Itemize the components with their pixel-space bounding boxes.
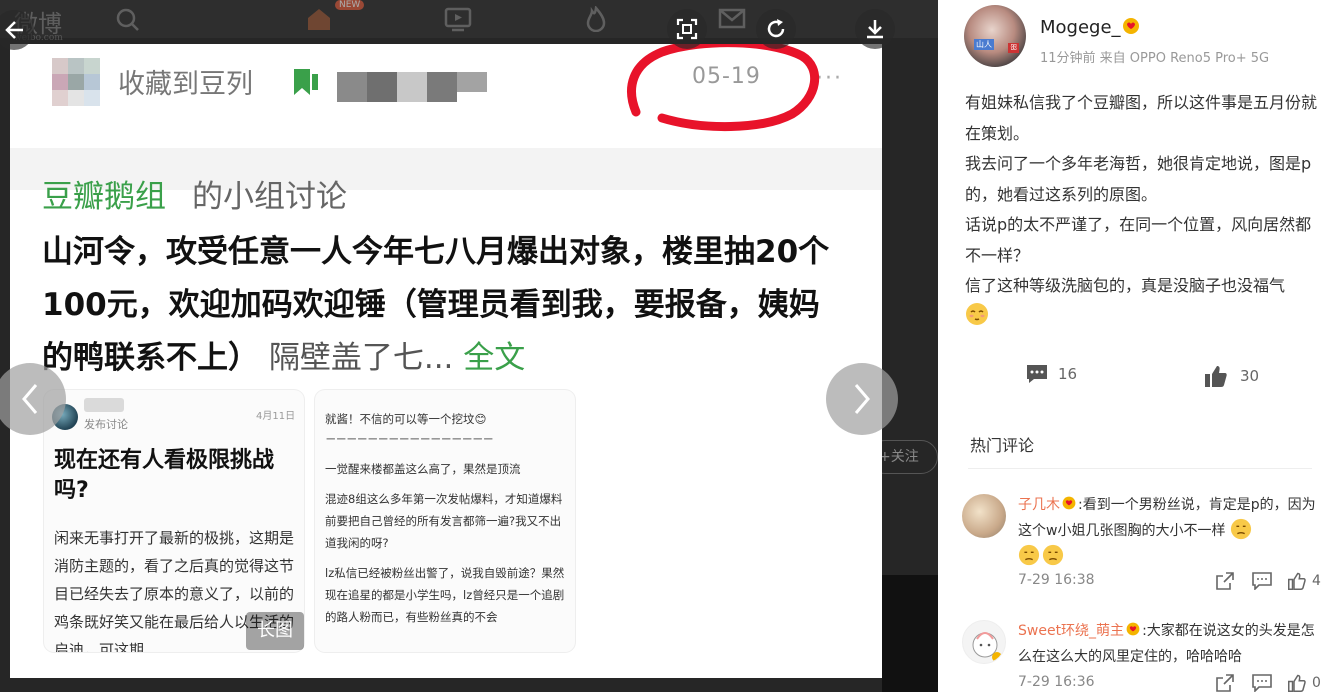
thinking-emoji-icon bbox=[1018, 544, 1040, 566]
comment-like-count: 4 bbox=[1312, 573, 1321, 589]
divider bbox=[968, 468, 1312, 469]
photo: 收藏到豆列 05-19 ··· 豆瓣鹅组 的小组讨论 山河令，攻受任意一人今年七… bbox=[10, 44, 882, 678]
card-date: 4月11日 bbox=[256, 411, 296, 422]
comment-count: 16 bbox=[1058, 365, 1078, 383]
fan-badge-icon bbox=[1123, 18, 1139, 34]
fan-badge-icon bbox=[1062, 496, 1076, 510]
rotate-button[interactable] bbox=[756, 9, 796, 49]
video-icon bbox=[444, 7, 472, 32]
rotate-icon bbox=[767, 19, 785, 38]
author-avatar[interactable]: 山人 ꕥ bbox=[964, 5, 1026, 67]
thumbs-up-icon bbox=[1288, 674, 1306, 692]
home-icon bbox=[308, 9, 330, 30]
embedded-card-right: 就酱！不信的可以等一个挖坟😊 －－－－－－－－－－－－－－－－ 一觉醒来楼都盖这… bbox=[315, 390, 575, 652]
comment-time: 7-29 16:36 bbox=[1018, 674, 1095, 690]
long-image-tag: 长图 bbox=[246, 612, 304, 650]
chevron-left-icon bbox=[22, 384, 38, 414]
comment-text: Sweet环绕_萌主:大家都在说这女的头发是怎么在这么大的风里定住的，哈哈哈哈 bbox=[1018, 618, 1318, 670]
blurred-doulie-name bbox=[337, 68, 487, 106]
share-icon bbox=[1216, 572, 1234, 590]
card-line: 混迹8组这么多年第一次发帖爆料，才知道爆料前要把自己曾经的所有发言都筛一遍?我又… bbox=[325, 492, 563, 550]
commenter-name[interactable]: 子几木 bbox=[1018, 497, 1060, 513]
card-line: 就酱！不信的可以等一个挖坟😊 bbox=[325, 412, 487, 426]
reply-icon bbox=[1252, 572, 1272, 590]
fan-badge-icon bbox=[1126, 622, 1140, 636]
thinking-emoji-icon bbox=[1230, 518, 1251, 540]
blurred-card-username bbox=[84, 398, 124, 412]
blurred-avatar bbox=[52, 58, 100, 106]
fullscreen-icon bbox=[676, 18, 698, 40]
like-comment-button[interactable]: 0 bbox=[1288, 674, 1321, 692]
red-annotation-circle bbox=[627, 44, 820, 131]
full-text-link: 全文 bbox=[453, 340, 526, 376]
like-count-button[interactable]: 30 bbox=[1204, 364, 1259, 388]
hot-comments-title: 热门评论 bbox=[970, 436, 1035, 455]
download-button[interactable] bbox=[855, 9, 895, 49]
reply-comment-button[interactable] bbox=[1252, 674, 1288, 692]
post-title: 山河令，攻受任意一人今年七八月爆出对象，楼里抽20个100元，欢迎加码欢迎锤（管… bbox=[42, 226, 832, 385]
card-line: 一觉醒来楼都盖这么高了，果然是顶流 bbox=[325, 462, 521, 476]
doulie-icon bbox=[294, 69, 318, 95]
hot-icon bbox=[586, 6, 606, 32]
post-text: 有姐妹私信我了个豆瓣图，所以这件事是五月份就在策划。 我去问了一个多年老海哲，她… bbox=[965, 93, 1318, 295]
card-action: 发布讨论 bbox=[84, 418, 128, 431]
post-detail-panel: 山人 ꕥ Mogege_ 11分钟前 来自 OPPO Reno5 Pro+ 5G… bbox=[938, 0, 1329, 692]
avatar-badge-left: 山人 bbox=[974, 39, 994, 50]
card-line: lz私信已经被粉丝出警了，说我自毁前途？果然现在追星的都是小学生吗，lz曾经只是… bbox=[325, 566, 565, 624]
comment-icon bbox=[1027, 365, 1047, 383]
commenter-name[interactable]: Sweet环绕_萌主 bbox=[1018, 623, 1124, 639]
share-comment-button[interactable] bbox=[1216, 572, 1252, 590]
image-viewer: 微博 weibo.com NEW +关注 收藏到豆列 05-19 ··· 豆瓣鹅… bbox=[0, 0, 938, 692]
reply-comment-button[interactable] bbox=[1252, 572, 1288, 590]
next-image-button[interactable] bbox=[826, 363, 898, 435]
comment-actions: 4 bbox=[1216, 572, 1321, 590]
chevron-right-icon bbox=[854, 384, 870, 414]
comment-text: 子几木:看到一个男粉丝说，肯定是p的，因为这个w小姐几张图胸的大小不一样 bbox=[1018, 492, 1318, 570]
new-badge: NEW bbox=[335, 0, 365, 10]
group-suffix: 的小组讨论 bbox=[192, 179, 347, 215]
arrow-left-icon bbox=[5, 21, 23, 39]
card-title: 现在还有人看极限挑战吗? bbox=[54, 448, 275, 503]
search-icon bbox=[116, 8, 139, 31]
reply-icon bbox=[1252, 674, 1272, 692]
commenter-avatar[interactable] bbox=[962, 620, 1006, 664]
share-comment-button[interactable] bbox=[1216, 674, 1252, 692]
avatar-badge-right: ꕥ bbox=[1008, 43, 1020, 53]
commenter-avatar[interactable] bbox=[962, 494, 1006, 538]
post-title-ellipsis: 隔壁盖了七... bbox=[259, 340, 454, 376]
comment-actions: 0 bbox=[1216, 674, 1321, 692]
thinking-emoji-icon bbox=[1042, 544, 1064, 566]
mail-icon bbox=[718, 8, 746, 29]
fit-screen-button[interactable] bbox=[667, 9, 707, 49]
post-meta: 11分钟前 来自 OPPO Reno5 Pro+ 5G bbox=[1040, 51, 1270, 66]
group-name: 豆瓣鹅组 bbox=[42, 179, 166, 215]
thumbs-up-icon bbox=[1205, 366, 1227, 387]
card-right-body: 就酱！不信的可以等一个挖坟😊 －－－－－－－－－－－－－－－－ 一觉醒来楼都盖这… bbox=[325, 408, 565, 636]
card-line: －－－－－－－－－－－－－－－－ bbox=[325, 432, 494, 446]
author-name[interactable]: Mogege_ bbox=[1040, 17, 1121, 38]
background-dark-block bbox=[882, 575, 938, 692]
share-icon bbox=[1216, 674, 1234, 692]
thumbs-up-icon bbox=[1288, 572, 1306, 590]
shy-emoji-icon bbox=[966, 303, 988, 325]
collect-to-doulie-label: 收藏到豆列 bbox=[118, 69, 253, 100]
download-icon bbox=[867, 20, 883, 39]
like-count: 30 bbox=[1240, 367, 1260, 385]
like-comment-button[interactable]: 4 bbox=[1288, 572, 1321, 590]
comment-time: 7-29 16:38 bbox=[1018, 572, 1095, 588]
comment-count-button[interactable]: 16 bbox=[1026, 364, 1077, 384]
comment-like-count: 0 bbox=[1312, 675, 1321, 691]
